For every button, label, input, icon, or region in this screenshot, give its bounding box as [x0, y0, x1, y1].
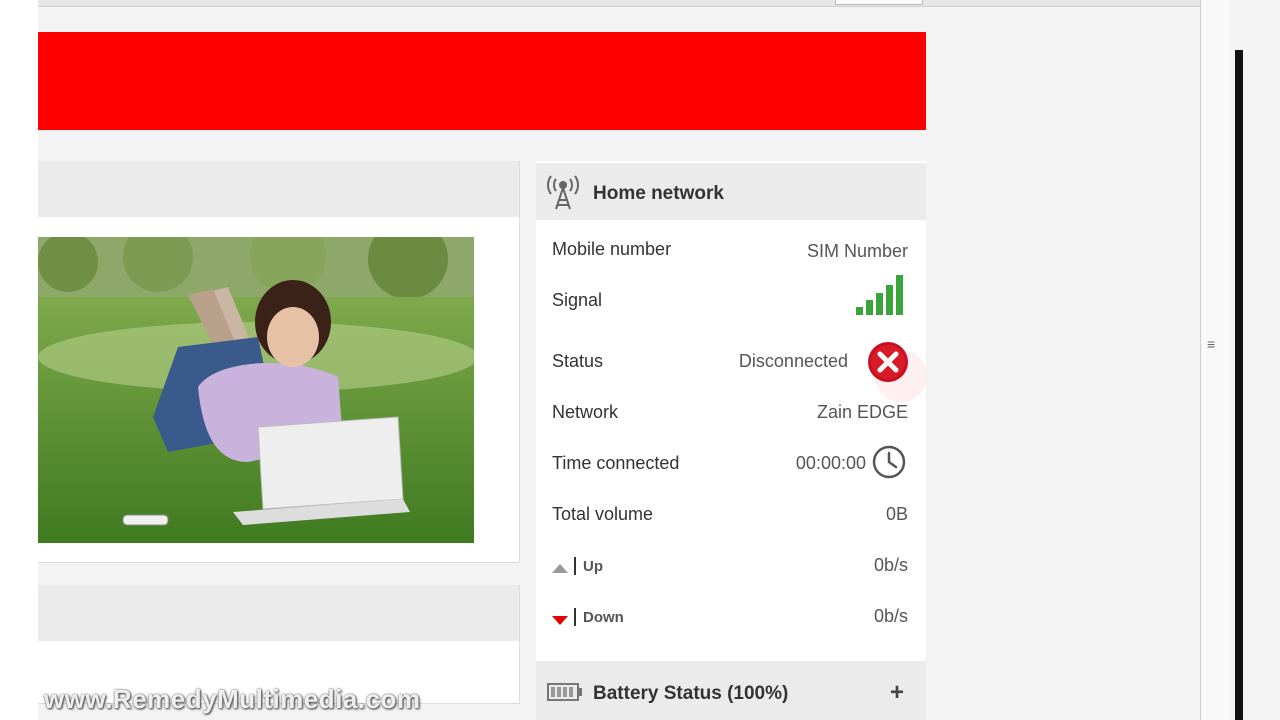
hero-image [38, 237, 474, 543]
network-value: Zain EDGE [816, 402, 908, 422]
down-separator [574, 608, 576, 626]
status-label: Status [552, 351, 604, 371]
left-edge [0, 0, 38, 720]
signal-label: Signal [552, 290, 603, 310]
network-label: Network [552, 402, 619, 422]
top-bar [38, 0, 1200, 7]
up-label: Up [583, 558, 603, 575]
signal-bars-icon [856, 273, 908, 320]
down-label: Down [583, 609, 624, 626]
mobile-number-value: SIM Number [806, 241, 908, 261]
vertical-scrollbar[interactable] [1200, 0, 1231, 720]
clock-icon [872, 445, 908, 484]
down-arrow-icon [552, 613, 568, 631]
home-network-header[interactable]: Home network [536, 163, 926, 220]
window-edge [1230, 0, 1280, 720]
battery-status-header[interactable]: Battery Status (100%) + [536, 661, 926, 720]
top-button[interactable] [835, 0, 923, 5]
time-connected-label: Time connected [552, 453, 680, 473]
plus-icon[interactable]: + [890, 679, 904, 707]
scrollbar-grip-icon[interactable]: ≡ [1207, 336, 1215, 352]
status-value: Disconnected [738, 351, 848, 371]
total-volume-value: 0B [885, 504, 908, 524]
up-separator [574, 557, 576, 575]
error-x-icon[interactable] [867, 340, 931, 409]
home-network-title: Home network [593, 183, 724, 204]
up-arrow-icon [552, 560, 568, 578]
battery-status-title: Battery Status (100%) [593, 683, 789, 704]
secondary-panel-header [38, 585, 519, 641]
window-border [1235, 50, 1243, 720]
up-value: 0b/s [873, 555, 908, 575]
battery-icon [547, 683, 583, 706]
total-volume-label: Total volume [552, 504, 654, 524]
mobile-number-label: Mobile number [552, 239, 672, 259]
home-network-panel: Home network Mobile number SIM Number Si… [536, 161, 927, 661]
scrollbar-track[interactable] [1202, 0, 1230, 720]
main-panel-header [38, 161, 519, 217]
time-connected-value: 00:00:00 [795, 453, 866, 473]
antenna-icon [545, 175, 581, 216]
down-value: 0b/s [873, 606, 908, 626]
brand-banner [38, 32, 926, 130]
watermark-text: www.RemedyMultimedia.com [44, 684, 421, 714]
